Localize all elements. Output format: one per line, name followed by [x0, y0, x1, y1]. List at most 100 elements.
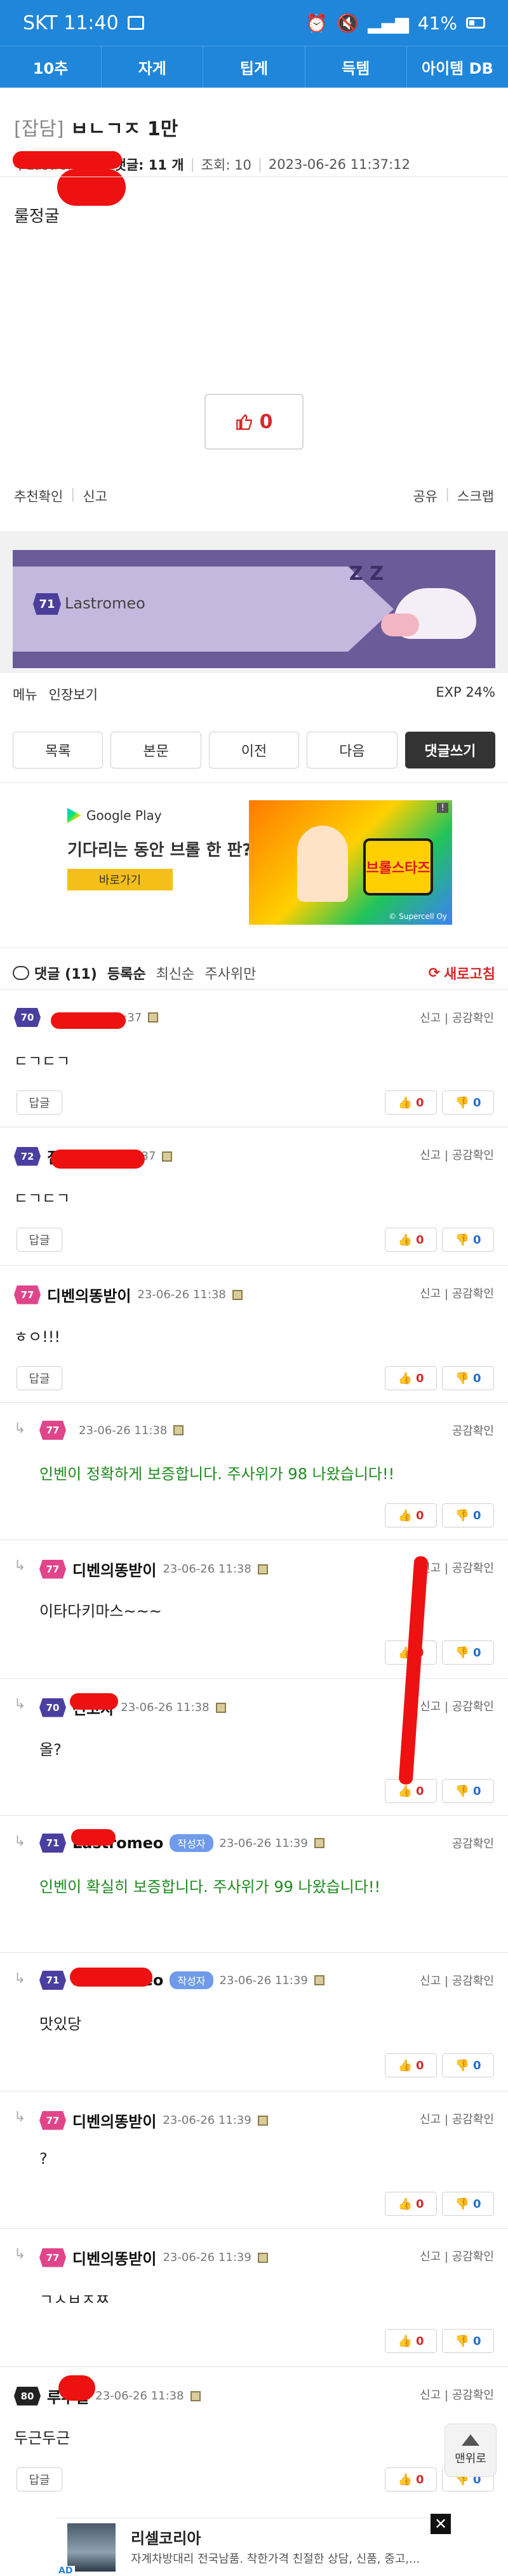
ad-info-icon[interactable]: !: [437, 803, 448, 813]
mole-character-image: [381, 588, 476, 639]
redaction-scribble: [58, 2375, 95, 2401]
reply-button[interactable]: 답글: [17, 1228, 62, 1252]
comment-report-links[interactable]: 공감확인: [452, 1835, 494, 1851]
comment-report-links[interactable]: 신고 | 공감확인: [420, 1009, 494, 1026]
comment-dislike-button[interactable]: 👎 0: [442, 1503, 494, 1527]
comment-dislike-button[interactable]: 👎 0: [442, 2329, 494, 2353]
sort-latest[interactable]: 최신순: [156, 963, 195, 983]
comment-like-button[interactable]: 👍0: [385, 2053, 437, 2077]
thumbs-down-icon: 👎: [455, 2197, 469, 2211]
comment-author[interactable]: 디벤의똥받이: [72, 2109, 156, 2131]
member-menu-link[interactable]: 메뉴: [13, 685, 37, 704]
comment-item: ↳ 77 디벤의똥받이 23-06-26 11:39 신고 | 공감확인? 👍 0 👎 0: [0, 2091, 508, 2228]
reply-button[interactable]: 답글: [17, 2467, 62, 2492]
reply-button[interactable]: 답글: [17, 1090, 62, 1115]
reply-arrow-icon: ↳: [14, 2246, 26, 2262]
tab-item-db[interactable]: 아이템 DB: [407, 46, 508, 88]
recommend-check-link[interactable]: 추천확인: [14, 486, 63, 506]
reply-arrow-icon: ↳: [14, 1971, 26, 1987]
comment-like-button[interactable]: 👍0: [385, 1228, 437, 1252]
thumbs-up-icon: 👍: [398, 1096, 412, 1110]
comment-report-links[interactable]: 신고 | 공감확인: [420, 1285, 494, 1301]
comment-dislike-button[interactable]: 👎 0: [442, 1228, 494, 1252]
list-button[interactable]: 목록: [13, 732, 104, 768]
tab-tip-board[interactable]: 팁게: [203, 46, 305, 88]
comment-item: 77 디벤의똥받이 23-06-26 11:38 신고 | 공감확인 ㅎㅇ!!! 답글 👍 0…: [0, 1265, 508, 1402]
comment-dislike-button[interactable]: 👎 0: [442, 1090, 494, 1115]
ad-artwork: 브롤스타즈 ! © Supercell Oy: [249, 800, 452, 925]
tab-item-get[interactable]: 득템: [305, 46, 407, 88]
tab-free-board[interactable]: 자게: [102, 46, 204, 88]
comment-like-button[interactable]: 👍0: [385, 2467, 437, 2492]
comment-author[interactable]: 디벤의똥받이: [47, 1284, 131, 1306]
brawl-stars-ad[interactable]: Google Play 기다리는 동안 브롤 한 판? 바로가기 브롤스타즈 !…: [67, 800, 452, 925]
gallery-icon: [127, 16, 144, 30]
comment-dislike-button[interactable]: 👎 0: [442, 1366, 494, 1390]
reply-button[interactable]: 답글: [17, 1366, 62, 1390]
level-badge: 80: [14, 2386, 41, 2406]
refresh-label: 새로고침: [444, 967, 495, 983]
view-stamp-link[interactable]: 인장보기: [49, 685, 98, 704]
write-comment-button[interactable]: 댓글쓰기: [404, 732, 496, 768]
thumbs-up-icon: 👍: [398, 1233, 412, 1247]
comment-report-links[interactable]: 신고 | 공감확인: [420, 2248, 494, 2264]
thumbs-down-icon: 👎: [455, 1784, 469, 1798]
status-time: SKT 11:40: [23, 11, 119, 34]
thumbs-up-icon: 👍: [398, 1784, 412, 1798]
comment-like-button[interactable]: 👍0: [385, 2329, 437, 2353]
scroll-top-button[interactable]: 맨위로: [444, 2424, 497, 2477]
redaction-scribble: [70, 1693, 118, 1710]
sort-registered[interactable]: 등록순: [107, 963, 146, 983]
comment-like-button[interactable]: 👍0: [385, 2192, 437, 2216]
share-link[interactable]: 공유: [413, 486, 438, 506]
scrap-link[interactable]: 스크랩: [457, 486, 494, 506]
divider: |: [70, 486, 76, 502]
character-image: [297, 826, 348, 902]
comment-report-links[interactable]: 신고 | 공감확인: [420, 2386, 494, 2403]
post-like-button[interactable]: 0: [204, 394, 304, 450]
next-button[interactable]: 다음: [307, 732, 398, 768]
ad-headline: 기다리는 동안 브롤 한 판?: [67, 841, 252, 860]
comment-text: 인벤이 정확하게 보증합니다. 주사위가 98 나왔습니다!!: [39, 1465, 395, 1483]
comment-dislike-button[interactable]: 👎 0: [442, 1640, 494, 1665]
comment-time: 23-06-26 11:38: [95, 2389, 184, 2403]
comment-text: 인벤이 확실히 보증합니다. 주사위가 99 나왔습니다!!: [39, 1878, 381, 1896]
level-badge: 72: [14, 1146, 41, 1166]
comment-dislike-button[interactable]: 👎 0: [442, 1779, 494, 1803]
comment-time: 23-06-26 11:38: [163, 1562, 251, 1576]
comment-text: 올?: [39, 1741, 62, 1759]
comment-author[interactable]: 디벤의똥받이: [72, 2246, 156, 2269]
comment-report-links[interactable]: 신고 | 공감확인: [420, 1559, 494, 1576]
comment-item: 72집23-06-26 11:37신고 | 공감확인ㄷㄱㄷㄱ답글👍0👎0: [0, 1127, 508, 1264]
close-ad-button[interactable]: ✕: [431, 2514, 451, 2534]
dice-icon: [257, 2252, 268, 2263]
comment-report-links[interactable]: 신고 | 공감확인: [420, 2110, 494, 2127]
comment-author[interactable]: 디벤의똥받이: [72, 1558, 156, 1580]
post-title: [잡담] ㅂㄴㄱㅈ 1만: [14, 113, 497, 141]
comment-dislike-button[interactable]: 👎 0: [442, 2192, 494, 2216]
ad-thumbnail: [67, 2523, 116, 2572]
comment-report-links[interactable]: 공감확인: [452, 1422, 494, 1439]
comment-report-links[interactable]: 신고 | 공감확인: [420, 1146, 494, 1163]
comments-header: 댓글 (11) 등록순 최신순 주사위만 ⟳ 새로고침: [13, 963, 495, 983]
reply-arrow-icon: ↳: [14, 1834, 26, 1849]
thumbs-up-icon: 👍: [398, 2472, 412, 2486]
comment-text: 이타다키마스~~~: [39, 1602, 162, 1620]
refresh-button[interactable]: ⟳ 새로고침: [429, 963, 495, 983]
prev-button[interactable]: 이전: [208, 732, 300, 768]
comment-report-links[interactable]: 신고 | 공감확인: [420, 1698, 494, 1714]
bottom-ad[interactable]: 리셀코리아 자계차방대리 전국남품. 착한가격 친절한 상담, 신품, 중고,.…: [56, 2518, 450, 2576]
ad-cta-button[interactable]: 바로가기: [67, 869, 173, 890]
body-button[interactable]: 본문: [110, 732, 201, 768]
report-link[interactable]: 신고: [83, 486, 107, 506]
comment-like-button[interactable]: 👍0: [385, 1366, 437, 1390]
comment-like-button[interactable]: 👍0: [385, 1090, 437, 1115]
nav-tabs: 10추 자게 팁게 득템 아이템 DB: [0, 46, 508, 88]
comment-like-button[interactable]: 👍0: [385, 1503, 437, 1527]
tab-10chu[interactable]: 10추: [0, 46, 102, 88]
sort-dice-only[interactable]: 주사위만: [204, 963, 256, 983]
comment-item: 7023-06-26 11:37신고 | 공감확인ㄷㄱㄷㄱ답글👍0👎0: [0, 989, 508, 1127]
comment-dislike-count: 0: [472, 2058, 481, 2072]
comment-report-links[interactable]: 신고 | 공감확인: [420, 1972, 494, 1989]
comment-dislike-button[interactable]: 👎 0: [442, 2053, 494, 2077]
